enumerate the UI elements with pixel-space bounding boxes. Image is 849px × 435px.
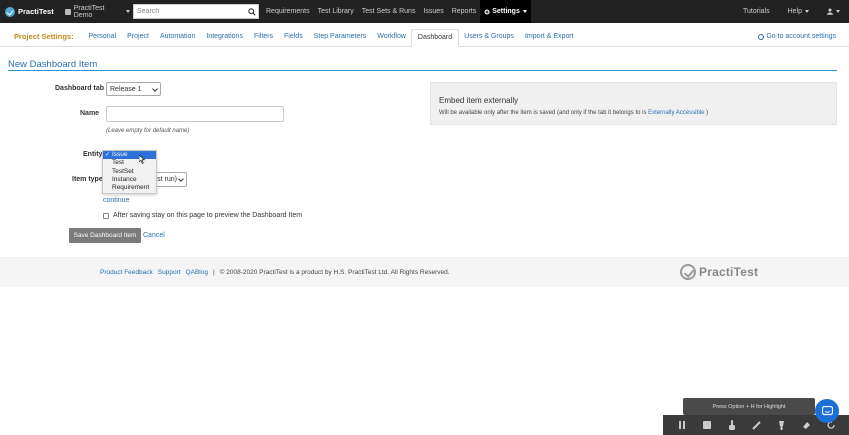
nav-reports[interactable]: Reports	[448, 0, 481, 23]
nav-requirements[interactable]: Requirements	[262, 0, 314, 23]
nav-help[interactable]: Help	[779, 0, 818, 23]
chevron-down-icon	[178, 176, 184, 182]
dashboard-tab-value: Release 1	[110, 85, 142, 93]
name-input[interactable]	[106, 106, 284, 122]
nav-test-sets-runs[interactable]: Test Sets & Runs	[358, 0, 420, 23]
logo-mark-icon	[680, 264, 696, 280]
continue-link[interactable]: continue	[103, 197, 129, 204]
entity-option-instance[interactable]: Instance	[103, 176, 156, 184]
embed-title: Embed item externally	[439, 96, 519, 105]
entity-option-testset[interactable]: TestSet	[103, 168, 156, 176]
entity-option-issue[interactable]: ✓ Issue	[103, 151, 156, 160]
settings-title: Project Settings:	[14, 32, 74, 41]
account-settings-label: Go to account settings	[766, 33, 836, 40]
footer-separator: |	[212, 269, 215, 276]
dashboard-tab-select[interactable]: Release 1	[106, 82, 161, 96]
name-label: Name	[80, 110, 100, 117]
main-nav: Requirements Test Library Test Sets & Ru…	[262, 0, 531, 23]
project-name: PractiTest Demo	[73, 4, 105, 19]
logo-mark-icon	[5, 6, 15, 17]
logo-text: PractiTest	[18, 7, 54, 16]
project-switcher[interactable]: PractiTest Demo	[65, 5, 130, 19]
entity-option-label: Issue	[112, 151, 128, 158]
practitest-logo[interactable]: PractiTest	[0, 0, 60, 23]
entity-dropdown: ✓ Issue Test TestSet Instance Requiremen…	[102, 150, 157, 194]
cancel-link[interactable]: Cancel	[143, 232, 165, 239]
nav-issues[interactable]: Issues	[419, 0, 447, 23]
chevron-down-icon	[836, 10, 840, 13]
dashboard-tab-label: Dashboard tab	[55, 85, 105, 92]
stay-on-page-label: After saving stay on this page to previe…	[113, 212, 303, 219]
tab-filters[interactable]: Filters	[248, 29, 278, 47]
account-settings-link[interactable]: Go to account settings	[758, 33, 836, 40]
highlighter-icon[interactable]	[769, 415, 794, 435]
footer-product-feedback[interactable]: Product Feedback	[100, 269, 153, 276]
project-grid-icon	[65, 8, 71, 15]
chat-support-button[interactable]	[815, 399, 839, 423]
stay-on-page-checkbox[interactable]	[103, 212, 109, 219]
nav-test-library[interactable]: Test Library	[314, 0, 358, 23]
tab-fields[interactable]: Fields	[279, 29, 309, 47]
footer-logo-text: PractiTest	[699, 265, 759, 279]
pen-icon[interactable]	[744, 415, 769, 435]
nav-tutorials[interactable]: Tutorials	[734, 0, 779, 23]
chevron-down-icon	[805, 10, 809, 13]
embed-desc-prefix: Will be available only after the item is…	[439, 110, 647, 116]
page-title: New Dashboard Item	[8, 59, 98, 70]
tab-dashboard[interactable]: Dashboard	[411, 29, 459, 47]
mouse-cursor-icon	[139, 155, 145, 164]
search-input[interactable]	[134, 5, 246, 18]
footer-logo: PractiTest	[680, 264, 758, 280]
tab-import-export[interactable]: Import & Export	[519, 29, 579, 47]
nav-settings[interactable]: Settings	[480, 0, 531, 23]
recorder-tip: Press Option + H for Highlight	[683, 398, 815, 415]
chevron-down-icon	[152, 86, 158, 92]
eraser-icon[interactable]	[794, 415, 819, 435]
global-search	[133, 4, 259, 19]
externally-accessible-link[interactable]: Externally Accessible	[648, 110, 704, 116]
footer-support[interactable]: Support	[158, 269, 181, 276]
stay-on-page-row: After saving stay on this page to previe…	[103, 212, 302, 219]
footer-links: Product Feedback Support QABlog | © 2008…	[100, 269, 450, 276]
footer: Product Feedback Support QABlog | © 2008…	[0, 257, 849, 287]
title-divider	[8, 70, 837, 71]
pause-icon[interactable]	[669, 415, 694, 435]
name-hint: (Leave empty for default name)	[106, 128, 190, 134]
chat-icon	[821, 405, 833, 415]
tab-personal[interactable]: Personal	[83, 29, 122, 47]
entity-option-test[interactable]: Test	[103, 159, 156, 167]
settings-label: Settings	[492, 8, 520, 15]
item-type-label: Item type	[72, 176, 103, 183]
settings-tabs: Personal Project Automation Integrations…	[83, 29, 579, 47]
tab-integrations[interactable]: Integrations	[201, 29, 249, 47]
chevron-down-icon	[522, 10, 527, 13]
embed-description: Will be available only after the item is…	[439, 110, 708, 116]
tab-step-parameters[interactable]: Step Parameters	[308, 29, 372, 47]
user-menu[interactable]	[818, 0, 849, 23]
entity-option-requirement[interactable]: Requirement	[103, 184, 156, 192]
entity-label: Entity	[83, 151, 103, 158]
gear-icon	[484, 8, 490, 15]
footer-qablog[interactable]: QABlog	[186, 269, 208, 276]
settings-subnav: Project Settings: Personal Project Autom…	[0, 23, 849, 47]
checkmark-icon: ✓	[105, 152, 111, 158]
tab-automation[interactable]: Automation	[154, 29, 200, 47]
tab-users-groups[interactable]: Users & Groups	[459, 29, 520, 47]
tab-project[interactable]: Project	[122, 29, 155, 47]
chevron-down-icon	[126, 10, 130, 13]
embed-desc-suffix: )	[706, 110, 709, 116]
footer-copyright: © 2008-2020 PractiTest is a product by H…	[219, 269, 450, 276]
user-icon	[827, 8, 833, 15]
help-label: Help	[787, 8, 802, 15]
pointer-hand-icon[interactable]	[719, 415, 744, 435]
search-icon[interactable]	[246, 5, 258, 18]
stop-icon[interactable]	[694, 415, 719, 435]
gear-icon	[758, 33, 765, 40]
nav-right: Tutorials Help	[734, 0, 849, 23]
embed-panel: Embed item externally Will be available …	[430, 82, 837, 125]
save-dashboard-item-button[interactable]: Save Dashboard Item	[69, 228, 141, 243]
tab-workflow[interactable]: Workflow	[372, 29, 412, 47]
